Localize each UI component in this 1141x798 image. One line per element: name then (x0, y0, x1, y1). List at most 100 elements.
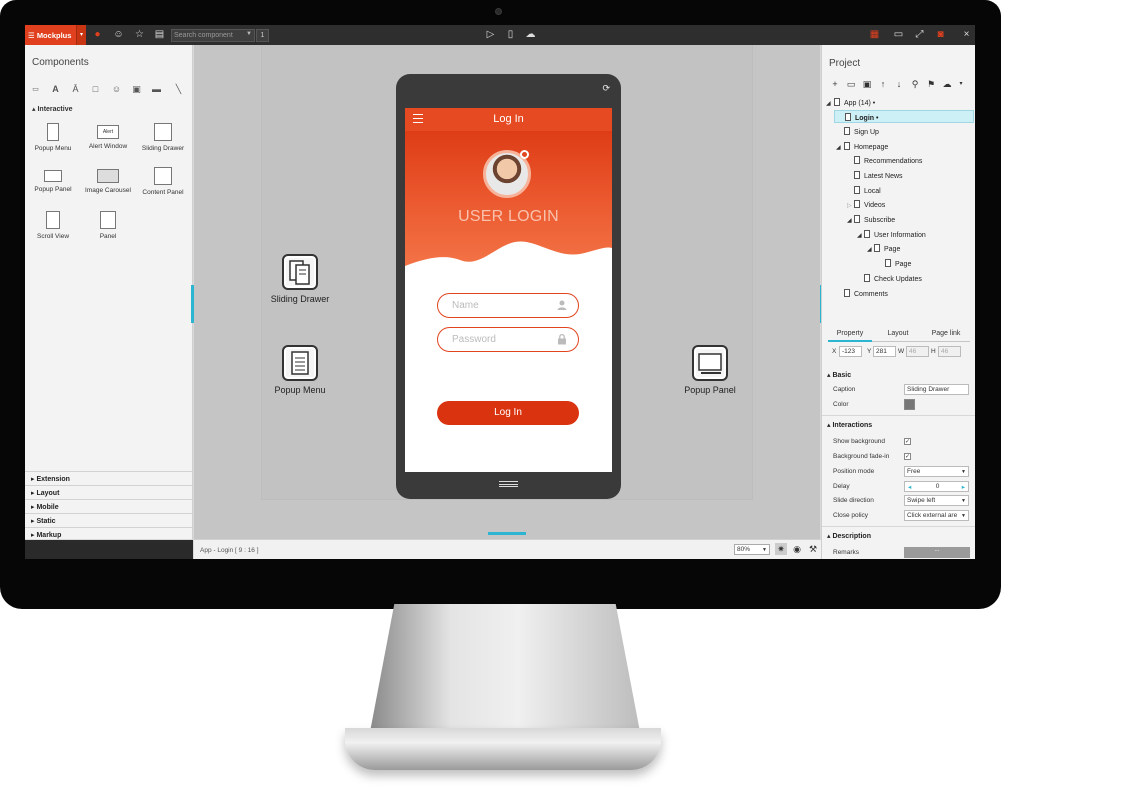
tree-node-latest-news[interactable]: Latest News (854, 169, 903, 182)
move-down-icon[interactable]: ↓ (894, 78, 904, 90)
window-icon[interactable]: ▭ (892, 28, 905, 42)
expand-arrow-icon[interactable]: ◢ (867, 246, 872, 253)
decrement-icon[interactable]: ◂ (908, 483, 911, 491)
color-swatch[interactable] (904, 399, 915, 410)
w-input[interactable]: 46 (906, 346, 929, 357)
increment-icon[interactable]: ▸ (962, 483, 965, 491)
grid-layout-icon[interactable]: ▦ (868, 28, 881, 42)
eye-icon[interactable]: ◉ (791, 543, 803, 555)
widget-popup-menu[interactable]: Popup Menu (266, 345, 334, 395)
fullscreen-icon[interactable]: ⤢ (913, 28, 926, 42)
position-mode-select[interactable]: Free ▼ (904, 466, 969, 477)
login-button[interactable]: Log In (437, 401, 579, 425)
tree-node-subscribe[interactable]: Subscribe (854, 213, 895, 226)
background-fade-in-checkbox[interactable]: ✓ (904, 453, 911, 460)
tree-node-homepage[interactable]: Homepage (844, 140, 888, 153)
add-page-icon[interactable]: + (830, 78, 840, 90)
close-policy-select[interactable]: Click external are ▼ (904, 510, 969, 521)
component-popup-panel[interactable]: Popup Panel (25, 167, 81, 207)
caption-input[interactable]: Sliding Drawer (904, 384, 969, 395)
tab-property[interactable]: Property (828, 328, 872, 342)
slide-direction-select[interactable]: Swipe left ▼ (904, 495, 969, 506)
tree-node-check-updates[interactable]: Check Updates (864, 272, 922, 285)
emoji-tool-icon[interactable]: ☺ (110, 83, 123, 96)
upload-cloud-icon[interactable]: ☁ (524, 28, 537, 42)
collapse-arrow-icon[interactable]: ▷ (847, 202, 852, 209)
component-popup-menu[interactable]: Popup Menu (25, 123, 81, 163)
component-sliding-drawer[interactable]: Sliding Drawer (135, 123, 191, 163)
emoji-icon[interactable]: ☺ (112, 28, 125, 42)
search-component-input[interactable]: Search component (171, 29, 255, 42)
zoom-select[interactable]: 80% ▼ (734, 544, 770, 555)
cloud-icon[interactable]: ☁ (942, 78, 952, 90)
tree-node-sign-up[interactable]: Sign Up (844, 125, 879, 138)
tree-node-page[interactable]: Page (874, 242, 900, 255)
tree-node-comments[interactable]: Comments (844, 287, 888, 300)
y-input[interactable]: 281 (873, 346, 896, 357)
password-field[interactable]: Password (437, 327, 579, 352)
line-tool-icon[interactable]: ╲ (172, 83, 185, 96)
brand-dropdown-caret[interactable]: ▾ (76, 25, 86, 45)
basic-section-header[interactable]: ▴ Basic (827, 371, 851, 379)
h-input[interactable]: 46 (938, 346, 961, 357)
input-tool-icon[interactable]: ▬ (150, 83, 163, 96)
expand-arrow-icon[interactable]: ◢ (857, 232, 862, 239)
description-section-header[interactable]: ▴ Description (827, 532, 871, 540)
text-area-tool-icon[interactable]: Ā (69, 83, 82, 96)
interactive-category-header[interactable]: ▴ Interactive (29, 103, 189, 116)
component-image-carousel[interactable]: Image Carousel (80, 167, 136, 207)
component-panel[interactable]: Panel (80, 211, 136, 251)
tab-layout[interactable]: Layout (876, 328, 920, 342)
category-markup[interactable]: ▸ Markup (25, 527, 193, 541)
tree-node-login[interactable]: Login • (834, 110, 974, 123)
rectangle-tool-icon[interactable]: □ (89, 83, 102, 96)
avatar-icon[interactable]: ◙ (934, 28, 947, 42)
delay-stepper[interactable]: ◂ 0 ▸ (904, 481, 969, 492)
folder-icon[interactable]: ▭ (846, 78, 856, 90)
component-library-icon[interactable]: ▤ (153, 28, 166, 42)
expand-arrow-icon[interactable]: ◢ (836, 144, 841, 151)
expand-arrow-icon[interactable]: ◢ (826, 100, 831, 107)
device-preview-icon[interactable]: ▯ (504, 28, 517, 42)
rotate-icon[interactable]: ⟳ (602, 83, 610, 94)
component-alert-window[interactable]: Alert Alert Window (80, 123, 136, 163)
brightness-icon[interactable]: ✷ (775, 543, 787, 555)
remarks-button[interactable]: ... (904, 547, 970, 558)
save-icon[interactable]: ▣ (862, 78, 872, 90)
phone-mockup[interactable]: ⟳ Log In USER LOGIN Name Password Log In (396, 74, 621, 499)
image-tool-icon[interactable]: ▣ (130, 83, 143, 96)
search-icon[interactable]: ⚲ (910, 78, 920, 90)
expand-arrow-icon[interactable]: ◢ (847, 217, 852, 224)
category-layout[interactable]: ▸ Layout (25, 485, 193, 499)
component-content-panel[interactable]: Content Panel (135, 167, 191, 207)
tree-node-user-information[interactable]: User Information (864, 228, 926, 241)
chevron-down-icon[interactable]: ▾ (956, 78, 966, 90)
text-tool-icon[interactable]: A (49, 83, 62, 96)
canvas-scroll-indicator[interactable] (488, 532, 526, 535)
interactions-section-header[interactable]: ▴ Interactions (827, 421, 872, 429)
design-canvas[interactable]: Sliding Drawer Popup Menu Popup Panel ⟳ … (194, 45, 820, 539)
button-tool-icon[interactable]: ▭ (29, 83, 42, 96)
close-icon[interactable]: × (960, 28, 973, 42)
widget-sliding-drawer[interactable]: Sliding Drawer (266, 254, 334, 304)
share-icon[interactable]: ● (91, 28, 104, 42)
play-icon[interactable]: ▷ (484, 28, 497, 42)
tree-node-app[interactable]: App (14) • (834, 96, 875, 109)
category-mobile[interactable]: ▸ Mobile (25, 499, 193, 513)
name-field[interactable]: Name (437, 293, 579, 318)
tree-node-videos[interactable]: Videos (854, 198, 885, 211)
category-static[interactable]: ▸ Static (25, 513, 193, 527)
show-background-checkbox[interactable]: ✓ (904, 438, 911, 445)
search-dropdown-caret[interactable]: ▼ (246, 31, 252, 37)
flag-icon[interactable]: ⚑ (926, 78, 936, 90)
tree-node-page[interactable]: Page (885, 257, 911, 270)
tree-node-local[interactable]: Local (854, 184, 881, 197)
tree-node-recommendations[interactable]: Recommendations (854, 154, 922, 167)
x-input[interactable]: -123 (839, 346, 862, 357)
widget-popup-panel[interactable]: Popup Panel (676, 345, 744, 395)
tab-page-link[interactable]: Page link (924, 328, 968, 342)
wrench-icon[interactable]: ⚒ (807, 543, 819, 555)
move-up-icon[interactable]: ↑ (878, 78, 888, 90)
star-icon[interactable]: ☆ (133, 28, 146, 42)
component-scroll-view[interactable]: Scroll View (25, 211, 81, 251)
